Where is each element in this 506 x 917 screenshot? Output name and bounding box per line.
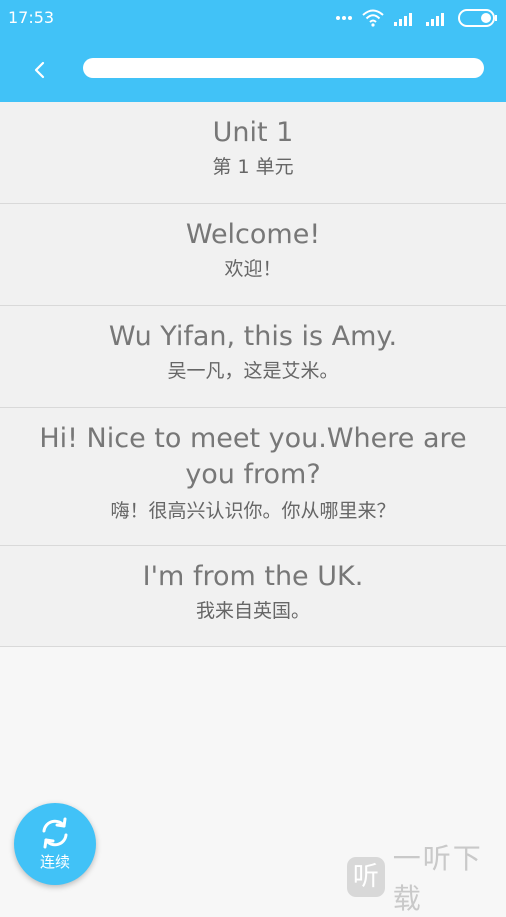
sentence-english: Unit 1 [212, 117, 294, 148]
title-bar-field [83, 58, 484, 78]
sentence-english: Wu Yifan, this is Amy. [108, 321, 398, 352]
continuous-play-label: 连续 [39, 853, 70, 871]
back-button[interactable] [24, 54, 56, 86]
watermark: 听 一听下载 [347, 842, 506, 915]
list-item[interactable]: Wu Yifan, this is Amy. 吴一凡，这是艾米。 [0, 306, 506, 408]
status-bar: 17:53 [0, 0, 506, 36]
watermark-logo: 听 [347, 857, 385, 897]
more-dots-icon [336, 16, 352, 20]
repeat-icon [42, 817, 68, 849]
chevron-left-icon [34, 61, 45, 79]
watermark-text: 一听下载 [392, 842, 483, 915]
sentence-chinese: 嗨！很高兴认识你。你从哪里来？ [110, 500, 396, 522]
status-icons [336, 8, 498, 28]
list-item[interactable]: Unit 1 第 1 单元 [0, 102, 506, 204]
sentence-chinese: 第 1 单元 [212, 156, 294, 178]
signal-icon [394, 13, 412, 26]
sentence-english: I'm from the UK. [142, 561, 364, 592]
lesson-list: Unit 1 第 1 单元 Welcome! 欢迎！ Wu Yifan, thi… [0, 102, 506, 647]
list-item[interactable]: Welcome! 欢迎！ [0, 204, 506, 306]
list-item[interactable]: I'm from the UK. 我来自英国。 [0, 546, 506, 647]
app-bar [0, 36, 506, 102]
sentence-chinese: 吴一凡，这是艾米。 [167, 360, 339, 382]
sentence-chinese: 欢迎！ [224, 258, 282, 280]
sentence-english: Hi! Nice to meet you.Where are you from? [39, 423, 467, 490]
signal-icon [426, 13, 444, 26]
sentence-english: Welcome! [185, 219, 321, 250]
wifi-icon [362, 9, 384, 27]
list-item[interactable]: Hi! Nice to meet you.Where are you from?… [0, 408, 506, 546]
sentence-chinese: 我来自英国。 [195, 600, 310, 622]
status-time: 17:53 [8, 8, 55, 27]
battery-icon [458, 9, 497, 27]
continuous-play-button[interactable]: 连续 [14, 803, 96, 885]
